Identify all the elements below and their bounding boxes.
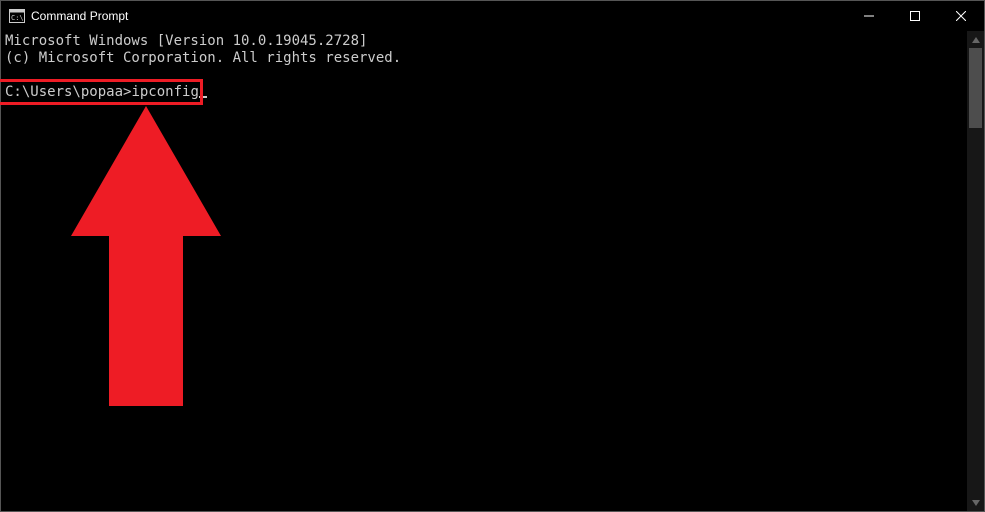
command-input[interactable]: ipconfig [131, 84, 198, 100]
terminal-output[interactable]: Microsoft Windows [Version 10.0.19045.27… [1, 31, 967, 511]
maximize-button[interactable] [892, 1, 938, 31]
text-cursor [199, 96, 207, 98]
minimize-button[interactable] [846, 1, 892, 31]
prompt-text: C:\Users\popaa> [5, 84, 131, 100]
scroll-thumb[interactable] [969, 48, 982, 128]
output-line: (c) Microsoft Corporation. All rights re… [5, 50, 401, 66]
cmd-icon: C:\ [9, 8, 25, 24]
close-button[interactable] [938, 1, 984, 31]
command-prompt-window: C:\ Command Prompt Microsoft Windows [Ve… [0, 0, 985, 512]
scroll-up-button[interactable] [967, 31, 984, 48]
titlebar[interactable]: C:\ Command Prompt [1, 1, 984, 31]
client-area: Microsoft Windows [Version 10.0.19045.27… [1, 31, 984, 511]
scroll-down-button[interactable] [967, 494, 984, 511]
window-title: Command Prompt [31, 9, 128, 23]
output-line: Microsoft Windows [Version 10.0.19045.27… [5, 33, 367, 49]
vertical-scrollbar[interactable] [967, 31, 984, 511]
svg-text:C:\: C:\ [11, 14, 24, 22]
annotation-arrow-icon [71, 106, 221, 416]
